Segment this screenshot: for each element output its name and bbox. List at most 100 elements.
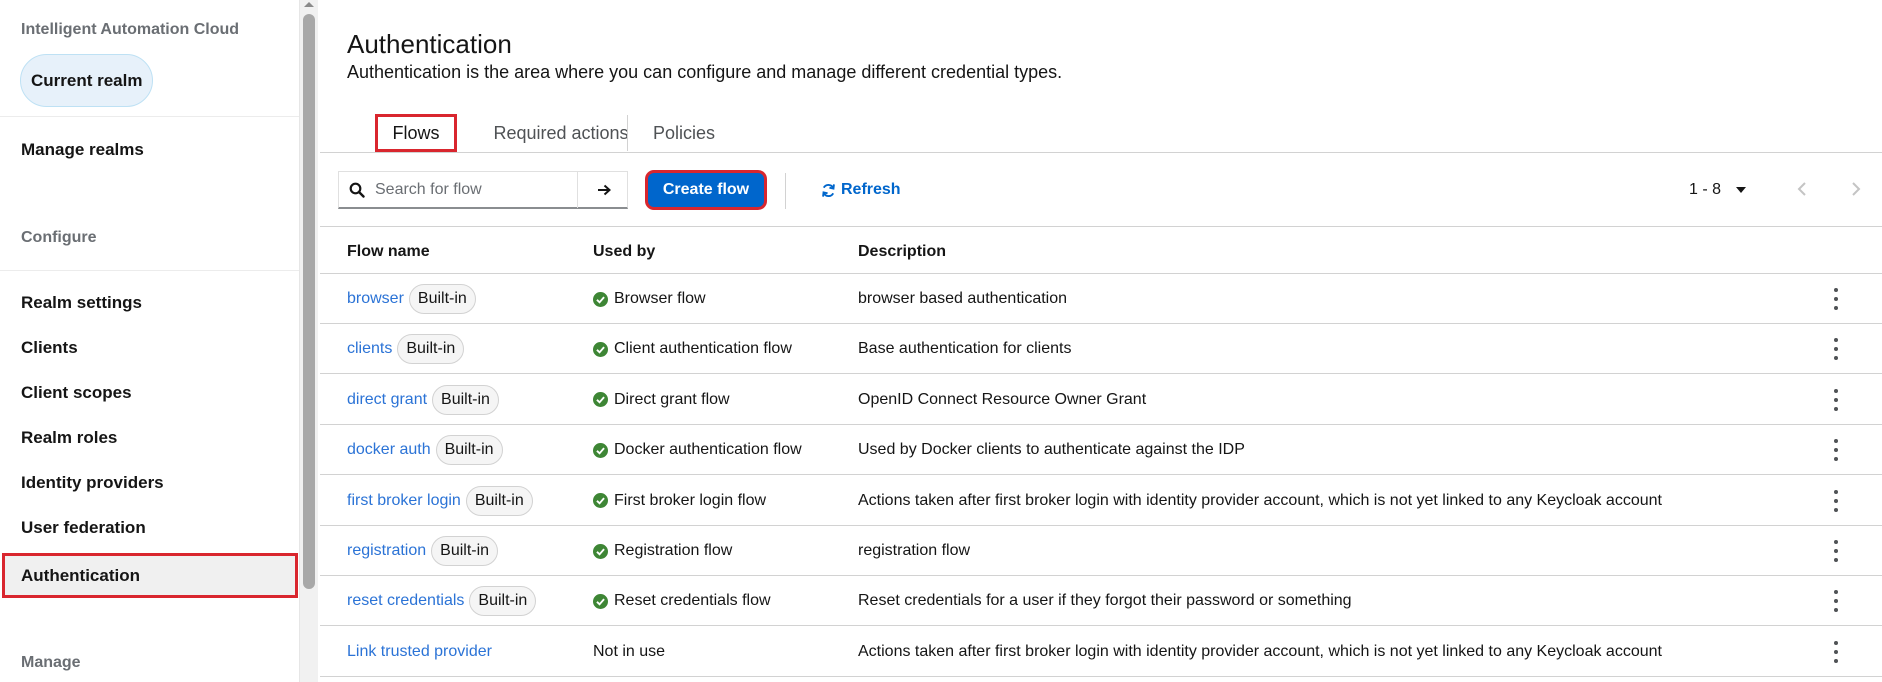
check-circle-icon	[593, 291, 608, 307]
built-in-badge: Built-in	[397, 334, 465, 365]
used-by-text[interactable]: Docker authentication flow	[614, 441, 802, 459]
description-cell: Actions taken after first broker login w…	[858, 642, 1662, 660]
kebab-menu-icon[interactable]	[1828, 590, 1844, 613]
kebab-menu-icon[interactable]	[1828, 489, 1844, 512]
description-cell: Reset credentials for a user if they for…	[858, 592, 1352, 610]
sidebar-item-clients[interactable]: Clients	[21, 338, 78, 358]
built-in-badge: Built-in	[435, 435, 503, 466]
sidebar-heading-configure: Configure	[21, 229, 97, 246]
sidebar-item-user-federation[interactable]: User federation	[21, 518, 146, 538]
kebab-menu-icon[interactable]	[1828, 338, 1844, 361]
flow-name-link[interactable]: clients	[347, 340, 392, 358]
sidebar-item-realm-roles[interactable]: Realm roles	[21, 428, 117, 448]
search-submit-button[interactable]	[577, 172, 629, 208]
kebab-menu-icon[interactable]	[1828, 540, 1844, 562]
page-title: Authentication	[347, 29, 512, 59]
used-by-text[interactable]: Registration flow	[614, 542, 732, 560]
flow-name-cell: Link trusted provider	[347, 627, 492, 677]
flow-name-link[interactable]: direct grant	[347, 391, 427, 409]
flow-name-cell: docker auth Built-in	[347, 425, 503, 475]
sidebar-scrollbar-thumb[interactable]	[303, 14, 315, 589]
flow-name-link[interactable]: browser	[347, 290, 404, 308]
flow-name-cell: registration Built-in	[347, 526, 499, 576]
sidebar-item-manage-realms[interactable]: Manage realms	[21, 140, 144, 160]
flow-name-link[interactable]: reset credentials	[347, 592, 464, 610]
flow-name-link[interactable]: Link trusted provider	[347, 643, 492, 661]
used-by-cell: Docker authentication flow	[593, 425, 802, 475]
flow-name-cell: first broker login Built-in	[347, 476, 533, 526]
check-circle-icon	[593, 493, 608, 509]
tab-divider	[627, 115, 628, 151]
next-page-icon[interactable]	[1846, 179, 1866, 199]
built-in-badge: Built-in	[408, 284, 476, 314]
refresh-button[interactable]: Refresh	[821, 181, 901, 199]
used-by-cell: Direct grant flow	[593, 375, 730, 425]
pagination-range: 1 - 8	[1689, 181, 1722, 198]
tab-flows[interactable]: Flows	[375, 114, 457, 152]
table-row: browser Built-in Browser flow browser based…	[320, 274, 1882, 324]
used-by-text: Not in use	[593, 642, 666, 660]
table-row: registration Built-in Registration flow reg…	[320, 526, 1882, 576]
arrow-right-icon	[597, 184, 611, 196]
check-circle-icon	[593, 593, 608, 609]
flow-name-cell: reset credentials Built-in	[347, 576, 537, 626]
used-by-text[interactable]: Direct grant flow	[614, 391, 730, 409]
used-by-cell: Client authentication flow	[593, 324, 792, 374]
description-cell: Base authentication for clients	[858, 340, 1072, 358]
app-name: Intelligent Automation Cloud	[21, 21, 240, 38]
search-input[interactable]	[375, 181, 575, 199]
tab-policies[interactable]: Policies	[632, 113, 736, 153]
table-row: clients Built-in Client authentication flo…	[320, 324, 1882, 375]
kebab-menu-icon[interactable]	[1828, 288, 1844, 310]
kebab-menu-icon[interactable]	[1828, 388, 1844, 411]
used-by-text[interactable]: Reset credentials flow	[614, 592, 771, 610]
sidebar-divider	[0, 270, 299, 271]
check-circle-icon	[593, 392, 608, 408]
sidebar-item-realm-settings[interactable]: Realm settings	[21, 293, 142, 313]
kebab-menu-icon[interactable]	[1828, 439, 1844, 462]
description-cell: browser based authentication	[858, 290, 1068, 307]
built-in-badge: Built-in	[431, 536, 499, 566]
table-row: direct grant Built-in Direct grant flow Ope…	[320, 375, 1882, 425]
flow-name-link[interactable]: docker auth	[347, 441, 431, 459]
caret-down-icon	[1736, 187, 1747, 193]
sidebar-item-authentication[interactable]: Authentication	[2, 553, 298, 598]
used-by-text[interactable]: Client authentication flow	[614, 340, 792, 358]
column-header-flow-name: Flow name	[347, 243, 430, 260]
pagination-toggle[interactable]: 1 - 8	[1689, 181, 1747, 199]
table-row: docker auth Built-in Docker authentication…	[320, 425, 1882, 476]
previous-page-icon[interactable]	[1792, 179, 1812, 199]
built-in-badge: Built-in	[469, 586, 537, 617]
current-realm-button[interactable]: Current realm	[20, 54, 154, 107]
table-row: first broker login Built-in First broker l…	[320, 476, 1882, 526]
sidebar: Intelligent Automation Cloud Current rea…	[0, 0, 300, 682]
check-circle-icon	[593, 341, 608, 357]
column-header-used-by: Used by	[593, 243, 656, 260]
sidebar-item-client-scopes[interactable]: Client scopes	[21, 383, 132, 403]
flow-name-link[interactable]: first broker login	[347, 492, 461, 510]
check-circle-icon	[593, 543, 608, 559]
flow-name-link[interactable]: registration	[347, 542, 426, 560]
description-cell: OpenID Connect Resource Owner Grant	[858, 390, 1147, 408]
create-flow-button[interactable]: Create flow	[645, 170, 767, 210]
description-cell: Actions taken after first broker login w…	[858, 491, 1662, 509]
built-in-badge: Built-in	[465, 485, 533, 516]
toolbar-divider	[785, 173, 786, 209]
search-box	[338, 171, 628, 209]
table-row: Link trusted provider Not in use Actions t…	[320, 627, 1882, 677]
used-by-cell: Reset credentials flow	[593, 576, 771, 626]
sidebar-divider	[0, 116, 299, 117]
used-by-cell: First broker login flow	[593, 476, 766, 526]
flow-name-cell: direct grant Built-in	[347, 375, 499, 425]
used-by-cell: Registration flow	[593, 526, 732, 576]
kebab-menu-icon[interactable]	[1828, 640, 1844, 663]
tab-bar: Flows Required actions Policies	[320, 113, 1882, 153]
used-by-text[interactable]: Browser flow	[614, 290, 706, 308]
page-description: Authentication is the area where you can…	[347, 62, 1063, 82]
toolbar: Create flow Refresh 1 - 8	[320, 154, 1882, 227]
scroll-up-icon[interactable]	[302, 0, 316, 8]
used-by-text[interactable]: First broker login flow	[614, 492, 766, 510]
sidebar-item-identity-providers[interactable]: Identity providers	[21, 473, 164, 493]
flow-name-cell: browser Built-in	[347, 274, 476, 324]
sidebar-item-label: Authentication	[21, 566, 140, 585]
